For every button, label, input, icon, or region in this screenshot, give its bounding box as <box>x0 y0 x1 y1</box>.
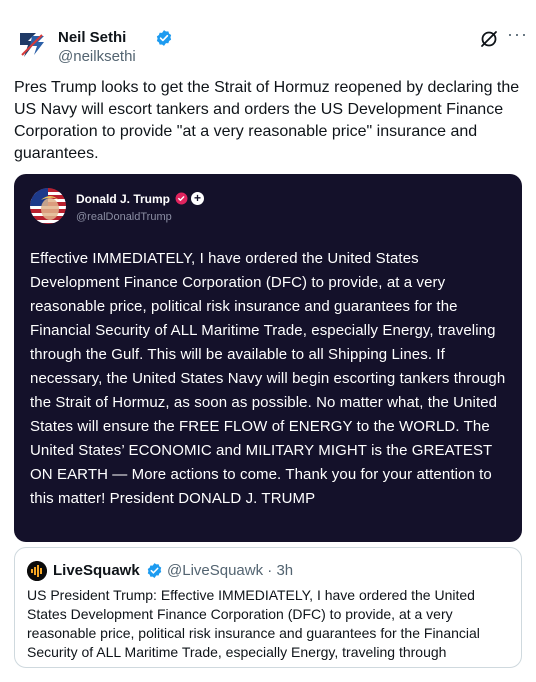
quote-author-name: LiveSquawk <box>53 562 140 579</box>
quote-verified-icon <box>147 563 162 578</box>
embed-author-handle: @realDonaldTrump <box>76 211 172 223</box>
verified-badge-icon <box>156 30 172 46</box>
author-avatar[interactable] <box>14 27 50 63</box>
quote-text: US President Trump: Effective IMMEDIATEL… <box>27 587 480 660</box>
post-header: Neil Sethi @neilksethi ··· <box>14 25 527 67</box>
avatar-logo-icon <box>14 27 50 63</box>
embed-author-name: Donald J. Trump <box>76 192 171 206</box>
embedded-post-image[interactable]: Donald J. Trump + @realDonaldTrump Effec… <box>14 174 522 542</box>
quote-handle-time: @LiveSquawk · 3h <box>167 562 294 579</box>
more-options-icon[interactable]: ··· <box>507 25 527 46</box>
author-name[interactable]: Neil Sethi <box>58 29 126 46</box>
flag-avatar-icon <box>30 188 66 224</box>
embed-verified-icon <box>175 192 188 205</box>
embed-body-text: Effective IMMEDIATELY, I have ordered th… <box>30 250 506 507</box>
quoted-tweet[interactable]: LiveSquawk @LiveSquawk · 3h US President… <box>14 547 522 668</box>
grok-icon[interactable] <box>479 29 499 49</box>
embed-plus-icon: + <box>191 192 204 205</box>
livesquawk-logo-icon <box>27 561 47 581</box>
quote-author-avatar <box>27 561 47 581</box>
post-text: Pres Trump looks to get the Strait of Ho… <box>14 79 520 162</box>
author-handle[interactable]: @neilksethi <box>58 48 136 65</box>
embed-author-avatar <box>30 188 66 224</box>
